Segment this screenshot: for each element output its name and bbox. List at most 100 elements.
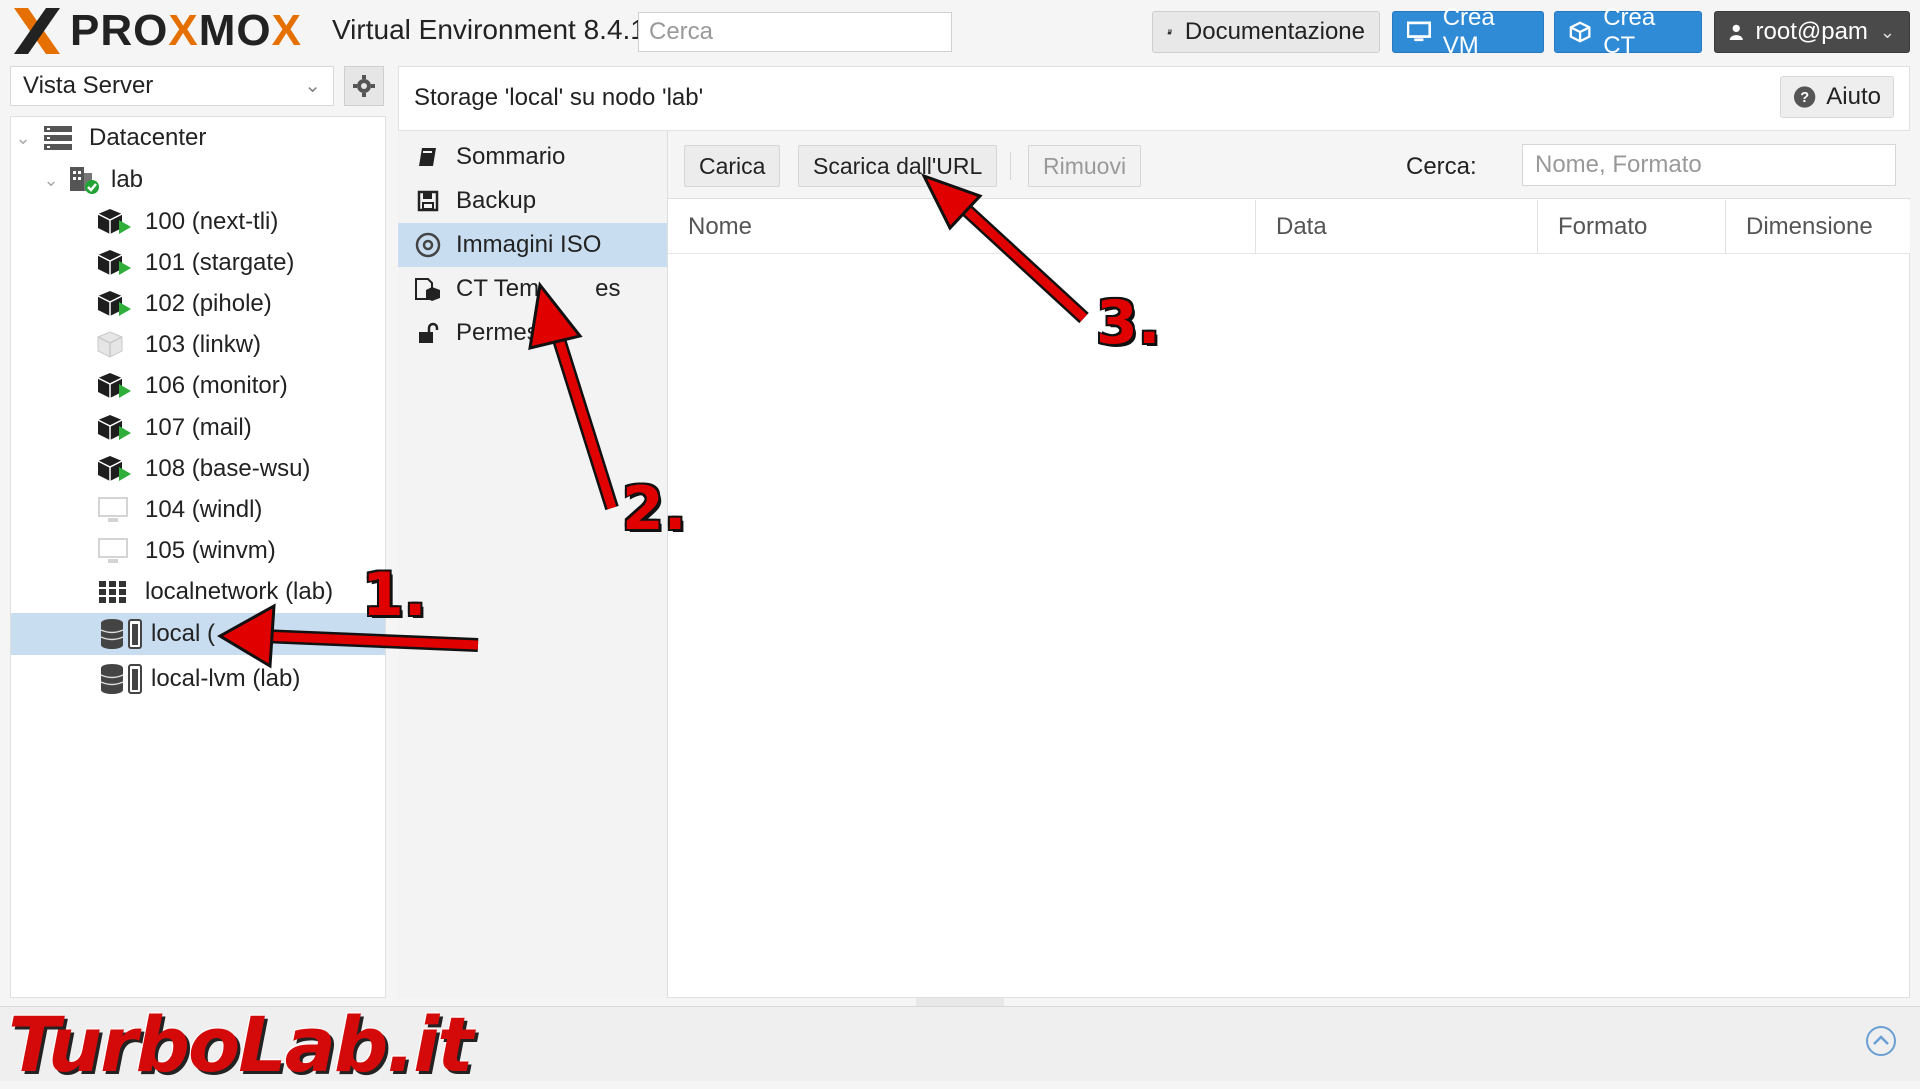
tree-node-label: 102 (pihole) — [145, 290, 272, 317]
tree-node-label: Datacenter — [89, 124, 207, 151]
user-label: root@pam — [1755, 18, 1868, 45]
submenu-item-summary[interactable]: Sommario — [398, 135, 667, 179]
storage-icon — [99, 664, 145, 694]
tree-node[interactable]: 105 (winvm) — [11, 530, 385, 572]
tree-node[interactable]: 108 (base-wsu) — [11, 448, 385, 490]
documentation-label: Documentazione — [1184, 18, 1365, 45]
global-search-input[interactable]: Cerca — [638, 12, 952, 52]
tree-node-datacenter[interactable]: ⌄ Datacenter — [11, 117, 385, 159]
submenu-item-backup[interactable]: Backup — [398, 179, 667, 223]
container-stopped-icon — [97, 330, 131, 360]
tree-node-label: 104 (windl) — [145, 496, 263, 523]
submenu-item-iso-images[interactable]: Immagini ISO — [398, 223, 667, 267]
unlock-icon — [414, 319, 442, 347]
submenu-item-label: Sommario — [456, 143, 566, 170]
vm-stopped-icon — [97, 536, 131, 566]
search-label: Cerca: — [1406, 153, 1477, 180]
node-icon — [67, 165, 101, 195]
user-icon — [1729, 24, 1743, 40]
tree-node[interactable]: 102 (pihole) — [11, 283, 385, 325]
tree-node-label: 101 (stargate) — [145, 249, 295, 276]
proxmox-logo-text: PROXMOX — [70, 6, 302, 55]
tree-node[interactable]: localnetwork (lab) — [11, 571, 385, 613]
watermark-logo: TurboLab.it — [8, 1000, 474, 1089]
column-header-size[interactable]: Dimensione — [1726, 200, 1910, 254]
tree-node-label: 100 (next-tli) — [145, 208, 279, 235]
tree-node[interactable]: local-lvm (lab) — [11, 658, 385, 700]
submenu-item-permissions[interactable]: Permessi — [398, 311, 667, 355]
tree-node[interactable]: local ( — [11, 613, 385, 655]
monitor-icon — [1407, 21, 1431, 42]
svg-text:?: ? — [1800, 90, 1809, 106]
column-header-format[interactable]: Formato — [1538, 200, 1726, 254]
proxmox-logo-icon — [14, 8, 60, 54]
chevron-up-circle-icon[interactable] — [1864, 1024, 1898, 1058]
tree-node-label: 105 (winvm) — [145, 537, 276, 564]
tree-node-label: 103 (linkw) — [145, 331, 262, 358]
create-ct-label: Crea CT — [1603, 4, 1656, 59]
container-running-icon — [97, 207, 131, 237]
panel-splitter[interactable] — [916, 998, 1004, 1006]
container-running-icon — [97, 371, 131, 401]
column-header-date[interactable]: Data — [1256, 200, 1538, 254]
question-circle-icon: ? — [1793, 86, 1816, 108]
vm-stopped-icon — [97, 495, 131, 525]
tree-settings-button[interactable] — [344, 66, 384, 106]
view-selector[interactable]: Vista Server ⌄ — [10, 66, 334, 106]
cube-icon — [1569, 21, 1591, 43]
view-selector-label: Vista Server — [23, 72, 154, 99]
documentation-button[interactable]: Documentazione — [1152, 11, 1380, 53]
create-ct-button[interactable]: Crea CT — [1554, 4, 1702, 59]
help-button[interactable]: ? Aiuto — [1780, 76, 1894, 118]
container-running-icon — [97, 289, 131, 319]
tree-node[interactable]: 107 (mail) — [11, 407, 385, 449]
column-header-name[interactable]: Nome — [668, 200, 1256, 254]
ct-template-icon — [414, 275, 442, 303]
tree-node-label: local-lvm (lab) — [151, 665, 301, 692]
submenu-item-ct-templates[interactable]: CT Tem es — [398, 267, 667, 311]
submenu-item-label-tail: es — [595, 275, 621, 302]
filter-search-input[interactable]: Nome, Formato — [1522, 144, 1896, 186]
upload-button[interactable]: Carica — [684, 145, 781, 187]
annotation-number-1: 1. — [362, 560, 427, 630]
remove-button[interactable]: Rimuovi — [1028, 145, 1142, 187]
tree-node-label: 108 (base-wsu) — [145, 455, 311, 482]
submenu-item-label: Permessi — [456, 319, 557, 346]
download-from-url-button[interactable]: Scarica dall'URL — [798, 145, 998, 187]
annotation-number-3: 3. — [1096, 288, 1161, 358]
network-grid-icon — [97, 577, 131, 607]
tree-node[interactable]: 101 (stargate) — [11, 242, 385, 284]
submenu-item-label: CT Tem — [456, 275, 540, 302]
collapse-toggle-icon[interactable]: ⌄ — [13, 128, 33, 149]
tree-node-label: localnetwork (lab) — [145, 578, 334, 605]
tree-node-label: lab — [111, 166, 144, 193]
tree-node-label: 107 (mail) — [145, 414, 252, 441]
create-vm-label: Crea VM — [1442, 4, 1495, 59]
toolbar-divider — [1010, 152, 1011, 180]
annotation-number-2: 2. — [622, 474, 687, 544]
storage-icon — [99, 619, 145, 649]
tree-node-label: local ( — [151, 620, 216, 647]
container-running-icon — [97, 248, 131, 278]
tree-node[interactable]: 100 (next-tli) — [11, 201, 385, 243]
gear-icon — [353, 75, 375, 97]
tree-node[interactable]: 106 (monitor) — [11, 365, 385, 407]
chevron-down-icon: ⌄ — [1879, 21, 1895, 42]
storage-submenu: Sommario Backup Immagini ISO CT Tem es P… — [398, 131, 668, 998]
tree-node-label: 106 (monitor) — [145, 372, 288, 399]
disc-icon — [414, 231, 442, 259]
container-running-icon — [97, 413, 131, 443]
tree-node[interactable]: 103 (linkw) — [11, 324, 385, 366]
book-icon — [1167, 29, 1172, 35]
collapse-toggle-icon[interactable]: ⌄ — [41, 170, 61, 191]
chevron-down-icon: ⌄ — [304, 75, 321, 97]
tree-node[interactable]: 104 (windl) — [11, 489, 385, 531]
datacenter-icon — [41, 123, 75, 153]
tree-node-lab[interactable]: ⌄ lab — [11, 159, 385, 201]
app-title: Virtual Environment 8.4.1 — [332, 14, 646, 45]
page-title: Storage 'local' su nodo 'lab' — [414, 84, 704, 111]
user-menu-button[interactable]: root@pam ⌄ — [1714, 11, 1910, 53]
help-label: Aiuto — [1826, 83, 1881, 110]
create-vm-button[interactable]: Crea VM — [1392, 4, 1544, 59]
resource-tree: ⌄ Datacenter ⌄ lab 100 (next-tli) 101 (st… — [10, 116, 386, 998]
